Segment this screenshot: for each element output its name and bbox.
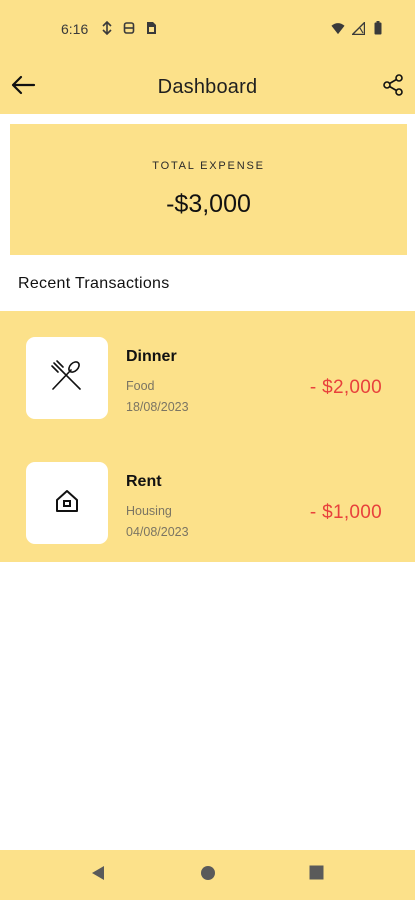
- transaction-amount: - $1,000: [309, 502, 382, 523]
- system-nav-bar: [0, 850, 415, 900]
- nav-back-button[interactable]: [88, 865, 108, 885]
- share-icon: [381, 73, 405, 102]
- vpn-key-icon: [122, 20, 136, 36]
- status-bar: 6:16: [0, 0, 415, 60]
- status-left-icons: [100, 20, 158, 36]
- recents-square-icon: [309, 865, 324, 885]
- transaction-category: Food: [126, 379, 155, 393]
- data-saver-icon: [100, 20, 114, 36]
- status-time: 6:16: [61, 21, 89, 37]
- transaction-category: Housing: [126, 504, 172, 518]
- transaction-icon-box: [26, 337, 108, 419]
- status-right-icons: [331, 20, 385, 36]
- transaction-date: 04/08/2023: [126, 525, 189, 539]
- total-expense-card: TOTAL EXPENSE -$3,000: [10, 124, 407, 255]
- transaction-name: Dinner: [126, 348, 177, 365]
- transaction-amount: - $2,000: [309, 377, 382, 398]
- battery-icon: [371, 20, 385, 36]
- back-triangle-icon: [90, 865, 106, 886]
- transaction-list: Dinner Food 18/08/2023 - $2,000 Rent Hou…: [0, 311, 415, 562]
- home-icon: [53, 487, 81, 520]
- total-expense-label: TOTAL EXPENSE: [152, 160, 265, 172]
- transaction-icon-box: [26, 462, 108, 544]
- share-button[interactable]: [379, 73, 407, 101]
- transaction-item-rent[interactable]: Rent Housing 04/08/2023 - $1,000: [0, 436, 415, 556]
- fork-knife-icon: [49, 358, 85, 399]
- transaction-item-dinner[interactable]: Dinner Food 18/08/2023 - $2,000: [0, 311, 415, 431]
- nav-recents-button[interactable]: [306, 865, 326, 885]
- page-title: Dashboard: [157, 76, 258, 98]
- home-circle-icon: [200, 865, 216, 886]
- wifi-icon: [331, 20, 345, 36]
- nav-home-button[interactable]: [198, 865, 218, 885]
- sim-card-icon: [144, 20, 158, 36]
- total-expense-value: -$3,000: [166, 190, 251, 218]
- transaction-date: 18/08/2023: [126, 400, 189, 414]
- transaction-name: Rent: [126, 473, 162, 490]
- signal-icon: [351, 20, 365, 36]
- app-bar: Dashboard: [0, 60, 415, 114]
- recent-transactions-heading: Recent Transactions: [18, 275, 170, 292]
